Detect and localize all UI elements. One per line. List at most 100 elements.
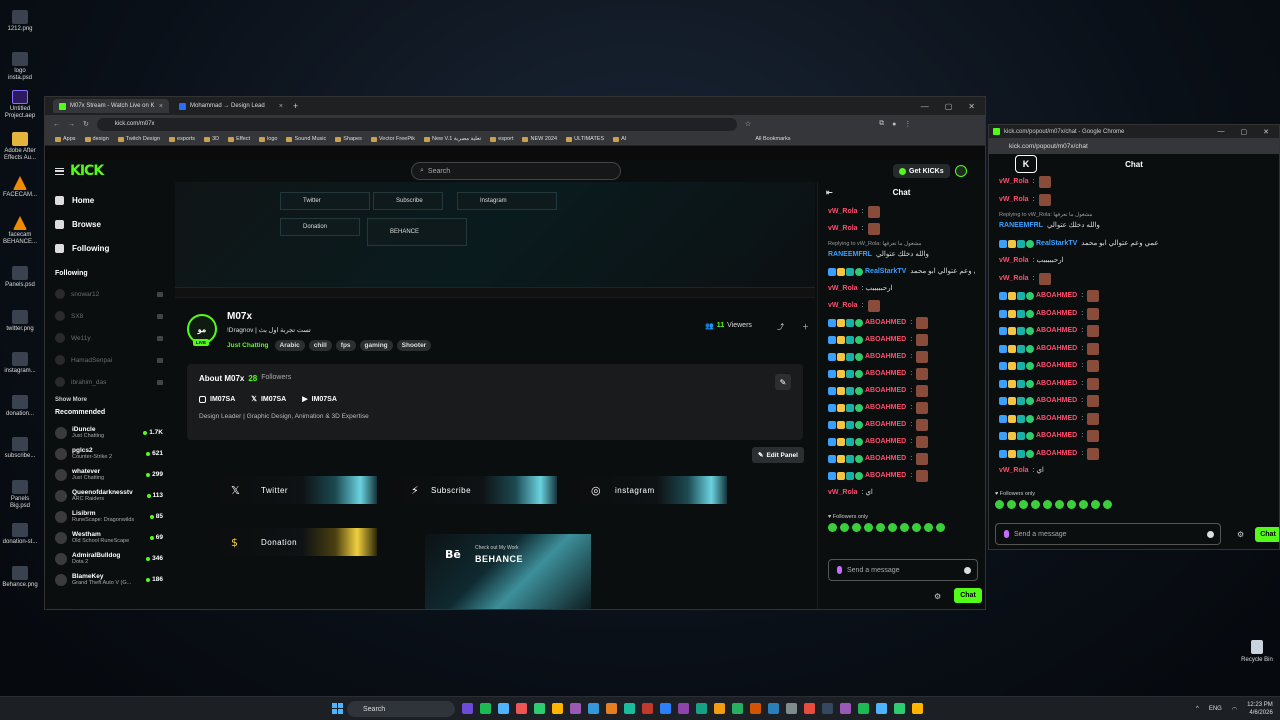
bookmark[interactable]: ULTIMATES [566, 136, 604, 142]
chat-username[interactable]: vW_Rola [999, 178, 1029, 186]
extensions-icon[interactable]: ⧉ [879, 120, 884, 128]
desktop-icon[interactable]: subscribe... [2, 437, 38, 460]
nav-browse[interactable]: Browse [55, 212, 163, 236]
taskbar-app-icon[interactable] [462, 703, 473, 714]
tab-behance[interactable]: Mohammad → Design Lead × [173, 99, 289, 113]
follow-user-icon[interactable]: ＋ [802, 322, 809, 332]
minimize-icon[interactable]: — [921, 102, 929, 111]
forward-icon[interactable]: → [68, 121, 75, 128]
chat-username[interactable]: vW_Rola [999, 467, 1029, 475]
chat-username[interactable]: ABOAHMED [865, 438, 906, 446]
following-item[interactable]: snowar12 [55, 283, 163, 305]
stream-video-player[interactable]: Twitter Subscribe Instagram Donation BEH… [175, 182, 815, 298]
emote[interactable] [1091, 499, 1100, 509]
emote[interactable] [1019, 499, 1028, 509]
desktop-icon[interactable]: Behance.png [2, 566, 38, 589]
bookmark-star-icon[interactable]: ☆ [745, 120, 751, 128]
recommended-item[interactable]: Westham Old School RuneScape 69 [55, 527, 163, 548]
bookmark[interactable]: Twitch Design [117, 136, 160, 142]
taskbar-app-icon[interactable] [588, 703, 599, 714]
chat-username[interactable]: ABOAHMED [865, 319, 906, 327]
chat-username[interactable]: RANEEMFRL [999, 222, 1043, 230]
clock[interactable]: 12:23 PM 4/6/2026 [1247, 701, 1273, 717]
chat-username[interactable]: vW_Rola [828, 208, 858, 216]
chat-username[interactable]: ABOAHMED [865, 387, 906, 395]
tag[interactable]: chill [308, 340, 332, 351]
taskbar-app-icon[interactable] [606, 703, 617, 714]
share-icon[interactable]: ⤴ [777, 322, 784, 332]
recommended-item[interactable]: whatever Just Chatting 299 [55, 464, 163, 485]
chat-username[interactable]: vW_Rola [828, 302, 858, 310]
emote[interactable] [1103, 499, 1112, 509]
tray-chevron-icon[interactable]: ^ [1196, 706, 1199, 712]
user-avatar[interactable] [955, 165, 967, 177]
popout-url[interactable]: kick.com/popout/m07x/chat [989, 138, 1279, 154]
bookmark[interactable]: NEW 2024 [522, 136, 557, 142]
desktop-icon[interactable]: FACECAM... [2, 176, 38, 199]
gear-icon[interactable]: ⚙ [1237, 530, 1244, 539]
emote[interactable] [1031, 499, 1040, 509]
bookmark[interactable]: Apps [55, 136, 76, 142]
nav-home[interactable]: Home [55, 188, 163, 212]
language-indicator[interactable]: ENG [1209, 706, 1222, 712]
taskbar-app-icon[interactable] [822, 703, 833, 714]
collapse-chat-icon[interactable]: ⇤ [826, 188, 833, 197]
following-item[interactable]: We11y [55, 327, 163, 349]
emote[interactable] [876, 523, 885, 532]
close-icon[interactable]: × [159, 103, 163, 110]
desktop-icon[interactable]: 1212.png [2, 10, 38, 33]
chat-username[interactable]: RealStarkTV [1036, 240, 1077, 248]
taskbar-app-icon[interactable] [660, 703, 671, 714]
chat-username[interactable]: ABOAHMED [865, 353, 906, 361]
tag[interactable]: gaming [359, 340, 393, 351]
x-link[interactable]: 𝕏 IM07SA [251, 395, 286, 404]
all-bookmarks[interactable]: All Bookmarks [755, 136, 790, 142]
desktop-icon[interactable]: facecam BEHANCE... [2, 216, 38, 246]
bookmark[interactable]: New V.1 تعلية مصرية [424, 136, 481, 142]
bookmark[interactable]: design [84, 136, 109, 142]
taskbar-app-icon[interactable] [498, 703, 509, 714]
taskbar-app-icon[interactable] [516, 703, 527, 714]
gear-icon[interactable]: ⚙ [934, 592, 941, 601]
bookmark[interactable]: Sound Music [286, 136, 326, 142]
desktop-icon[interactable]: Panels.psd [2, 266, 38, 289]
minimize-icon[interactable]: — [1218, 128, 1225, 136]
reload-icon[interactable]: ↻ [83, 120, 89, 128]
edit-panel-button[interactable]: ✎ Edit Panel [752, 447, 804, 463]
panel-subscribe[interactable]: ⚡ Subscribe [391, 476, 557, 504]
chat-username[interactable]: ABOAHMED [865, 370, 906, 378]
chat-username[interactable]: ABOAHMED [1036, 310, 1077, 318]
panel-behance[interactable]: Bē Check out My Work BEHANCE [425, 534, 591, 609]
desktop-icon[interactable]: instagram... [2, 352, 38, 375]
bookmark[interactable]: esport [490, 136, 513, 142]
panel-donation[interactable]: $ Donation [211, 528, 377, 556]
chat-username[interactable]: vW_Rola [999, 196, 1029, 204]
chat-send-button[interactable]: Chat [1255, 527, 1279, 542]
taskbar-app-icon[interactable] [804, 703, 815, 714]
chat-username[interactable]: ABOAHMED [1036, 362, 1077, 370]
chat-username[interactable]: RANEEMFRL [828, 251, 872, 259]
menu-icon[interactable]: ⋮ [904, 120, 911, 128]
streamer-name[interactable]: M07x [227, 311, 252, 322]
chat-username[interactable]: RealStarkTV [865, 268, 906, 276]
recommended-item[interactable]: iDuncle Just Chatting 1.7K [55, 422, 163, 443]
windows-start-icon[interactable] [332, 703, 343, 714]
emote[interactable] [936, 523, 945, 532]
maximize-icon[interactable]: ▢ [1241, 128, 1248, 136]
desktop-icon[interactable]: donation-st... [2, 523, 38, 546]
taskbar-app-icon[interactable] [480, 703, 491, 714]
desktop-icon[interactable]: twitter.png [2, 310, 38, 333]
close-window-icon[interactable]: ✕ [1263, 128, 1269, 136]
chat-username[interactable]: ABOAHMED [1036, 397, 1077, 405]
desktop-icon[interactable]: Adobe After Effects Au... [2, 132, 38, 162]
bookmark[interactable]: esports [169, 136, 195, 142]
nav-following[interactable]: Following [55, 236, 163, 260]
instagram-link[interactable]: IM07SA [199, 395, 235, 403]
tag[interactable]: fps [335, 340, 356, 351]
chat-username[interactable]: ABOAHMED [1036, 327, 1077, 335]
bookmark[interactable]: 3D [204, 136, 219, 142]
chat-input[interactable]: Send a message [995, 523, 1221, 545]
get-kicks-button[interactable]: Get KICKs [893, 164, 950, 178]
bookmark[interactable]: logo [259, 136, 277, 142]
tag[interactable]: Shooter [396, 340, 432, 351]
